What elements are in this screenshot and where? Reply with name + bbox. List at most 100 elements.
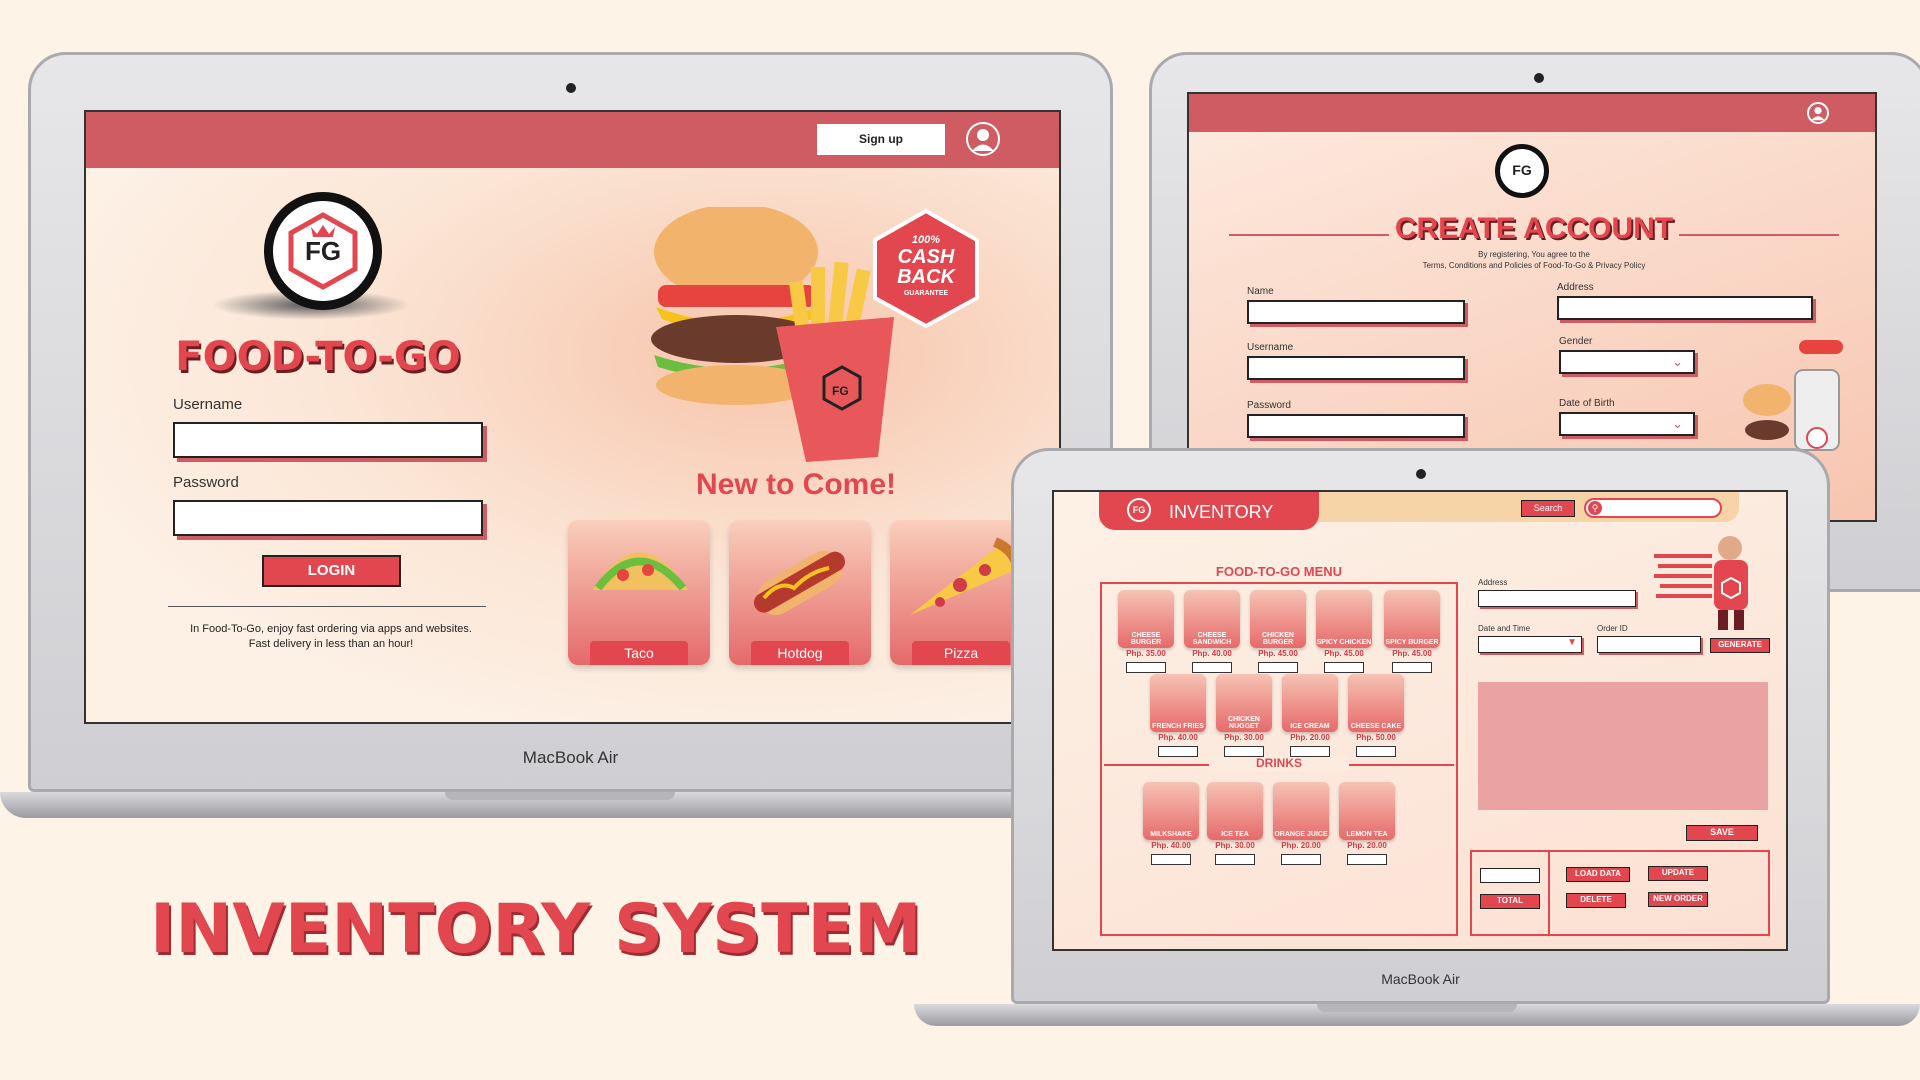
- svg-text:FG: FG: [832, 384, 849, 398]
- username-input[interactable]: [1247, 356, 1465, 380]
- username-label: Username: [173, 396, 243, 413]
- inventory-screen: FG INVENTORY Search ⚲ FOOD-TO-GO MENU DR…: [1052, 490, 1788, 951]
- menu-item-price: Php. 40.00: [1192, 649, 1232, 658]
- page-title: INVENTORY SYSTEM: [150, 890, 922, 969]
- name-input[interactable]: [1247, 300, 1465, 324]
- password-input[interactable]: [173, 500, 483, 536]
- username-label: Username: [1247, 342, 1294, 353]
- orderid-input[interactable]: [1597, 636, 1701, 653]
- menu-title: FOOD-TO-GO MENU: [1215, 564, 1343, 579]
- menu-item-price: Php. 40.00: [1151, 841, 1191, 850]
- username-input[interactable]: [173, 422, 483, 458]
- total-button[interactable]: TOTAL: [1480, 894, 1540, 909]
- logo-text: FG: [1512, 162, 1532, 178]
- hotdog-icon: [753, 551, 846, 615]
- menu-item-image[interactable]: SPICY BURGER: [1384, 590, 1440, 648]
- menu-item-price: Php. 20.00: [1281, 841, 1321, 850]
- menu-item-image[interactable]: SPICY CHICKEN: [1316, 590, 1372, 648]
- quantity-input[interactable]: [1215, 854, 1255, 865]
- datetime-label: Date and Time: [1478, 624, 1531, 633]
- menu-item-image[interactable]: MILKSHAKE: [1143, 782, 1199, 840]
- menu-item-image[interactable]: ICE TEA: [1207, 782, 1263, 840]
- menu-item-name: ICE TEA: [1221, 831, 1249, 838]
- user-icon[interactable]: [966, 122, 1000, 156]
- quantity-input[interactable]: [1392, 662, 1432, 673]
- card-taco[interactable]: Taco: [568, 520, 710, 665]
- menu-item-name: ORANGE JUICE: [1274, 831, 1328, 838]
- menu-item-image[interactable]: ORANGE JUICE: [1273, 782, 1329, 840]
- badge-line-4: GUARANTEE: [903, 290, 949, 297]
- quantity-input[interactable]: [1224, 746, 1264, 757]
- quantity-input[interactable]: [1126, 662, 1166, 673]
- save-button[interactable]: SAVE: [1686, 825, 1758, 841]
- app-name: FOOD-TO-GO: [175, 334, 461, 380]
- quantity-input[interactable]: [1151, 854, 1191, 865]
- calendar-icon[interactable]: ▼: [1567, 637, 1577, 648]
- menu-item-price: Php. 20.00: [1347, 841, 1387, 850]
- total-panel: [1470, 850, 1550, 936]
- quantity-input[interactable]: [1324, 662, 1364, 673]
- dob-select[interactable]: ⌄: [1559, 412, 1695, 436]
- address-input[interactable]: [1557, 296, 1813, 320]
- menu-item-name: SPICY CHICKEN: [1316, 639, 1372, 646]
- login-button[interactable]: LOGIN: [262, 555, 401, 587]
- quantity-input[interactable]: [1281, 854, 1321, 865]
- total-input[interactable]: [1480, 868, 1540, 883]
- menu-item-price: Php. 45.00: [1392, 649, 1432, 658]
- quantity-input[interactable]: [1356, 746, 1396, 757]
- menu-item-image[interactable]: FRENCH FRIES: [1150, 674, 1206, 732]
- menu-item-name: CHEESE BURGER: [1130, 632, 1162, 646]
- inventory-tab[interactable]: FG INVENTORY: [1099, 492, 1319, 530]
- ornament-left: [1229, 234, 1389, 236]
- new-order-button[interactable]: NEW ORDER: [1648, 892, 1708, 907]
- menu-item-image[interactable]: LEMON TEA: [1339, 782, 1395, 840]
- address-input[interactable]: [1478, 590, 1636, 607]
- gender-select[interactable]: ⌄: [1559, 350, 1695, 374]
- menu-item-name: CHEESE CAKE: [1350, 723, 1402, 730]
- user-icon[interactable]: [1807, 102, 1829, 124]
- fg-logo: FG: [1127, 498, 1151, 522]
- load-data-button[interactable]: LOAD DATA: [1566, 867, 1630, 882]
- password-label: Password: [1247, 400, 1291, 411]
- quantity-input[interactable]: [1192, 662, 1232, 673]
- menu-item-image[interactable]: CHICKEN NUGGET: [1216, 674, 1272, 732]
- quantity-input[interactable]: [1258, 662, 1298, 673]
- create-account-title: CREATE ACCOUNT: [1394, 212, 1674, 245]
- quantity-input[interactable]: [1290, 746, 1330, 757]
- menu-item-image[interactable]: CHICKEN BURGER: [1250, 590, 1306, 648]
- laptop-base: [914, 1004, 1920, 1026]
- menu-item-name: MILKSHAKE: [1150, 831, 1192, 838]
- update-button[interactable]: UPDATE: [1648, 866, 1708, 881]
- delete-button[interactable]: DELETE: [1566, 893, 1626, 908]
- dob-label: Date of Birth: [1559, 398, 1615, 409]
- gender-label: Gender: [1559, 336, 1593, 347]
- quantity-input[interactable]: [1347, 854, 1387, 865]
- terms-line-1: By registering, You agree to the: [1478, 250, 1590, 259]
- search-button[interactable]: Search: [1521, 500, 1575, 517]
- ornament-right: [1679, 234, 1839, 236]
- menu-item-name: LEMON TEA: [1346, 831, 1388, 838]
- menu-item-image[interactable]: CHEESE SANDWICH: [1184, 590, 1240, 648]
- laptop-inventory: MacBook Air FG INVENTORY Search ⚲ FOOD-T…: [912, 448, 1920, 1028]
- address-label: Address: [1557, 282, 1594, 293]
- menu-item-image[interactable]: CHEESE BURGER: [1118, 590, 1174, 648]
- signup-button[interactable]: Sign up: [817, 124, 945, 155]
- menu-item-price: Php. 20.00: [1290, 733, 1330, 742]
- new-to-come-heading: New to Come!: [695, 468, 896, 501]
- menu-item-image[interactable]: ICE CREAM: [1282, 674, 1338, 732]
- menu-item-price: Php. 35.00: [1126, 649, 1166, 658]
- menu-item-name: CHICKEN NUGGET: [1228, 716, 1260, 730]
- delivery-man-illustration: [1654, 536, 1748, 630]
- datetime-picker[interactable]: ▼: [1478, 636, 1582, 653]
- password-input[interactable]: [1247, 414, 1465, 438]
- menu-item-name: FRENCH FRIES: [1152, 723, 1204, 730]
- search-input[interactable]: ⚲: [1584, 498, 1722, 518]
- quantity-input[interactable]: [1158, 746, 1198, 757]
- laptop-brand: MacBook Air: [1381, 971, 1460, 987]
- camera: [565, 83, 576, 93]
- card-hotdog[interactable]: Hotdog: [729, 520, 871, 665]
- chevron-down-icon: ⌄: [1672, 416, 1683, 431]
- menu-item-image[interactable]: CHEESE CAKE: [1348, 674, 1404, 732]
- menu-item-price: Php. 40.00: [1158, 733, 1198, 742]
- generate-button[interactable]: GENERATE: [1710, 638, 1770, 653]
